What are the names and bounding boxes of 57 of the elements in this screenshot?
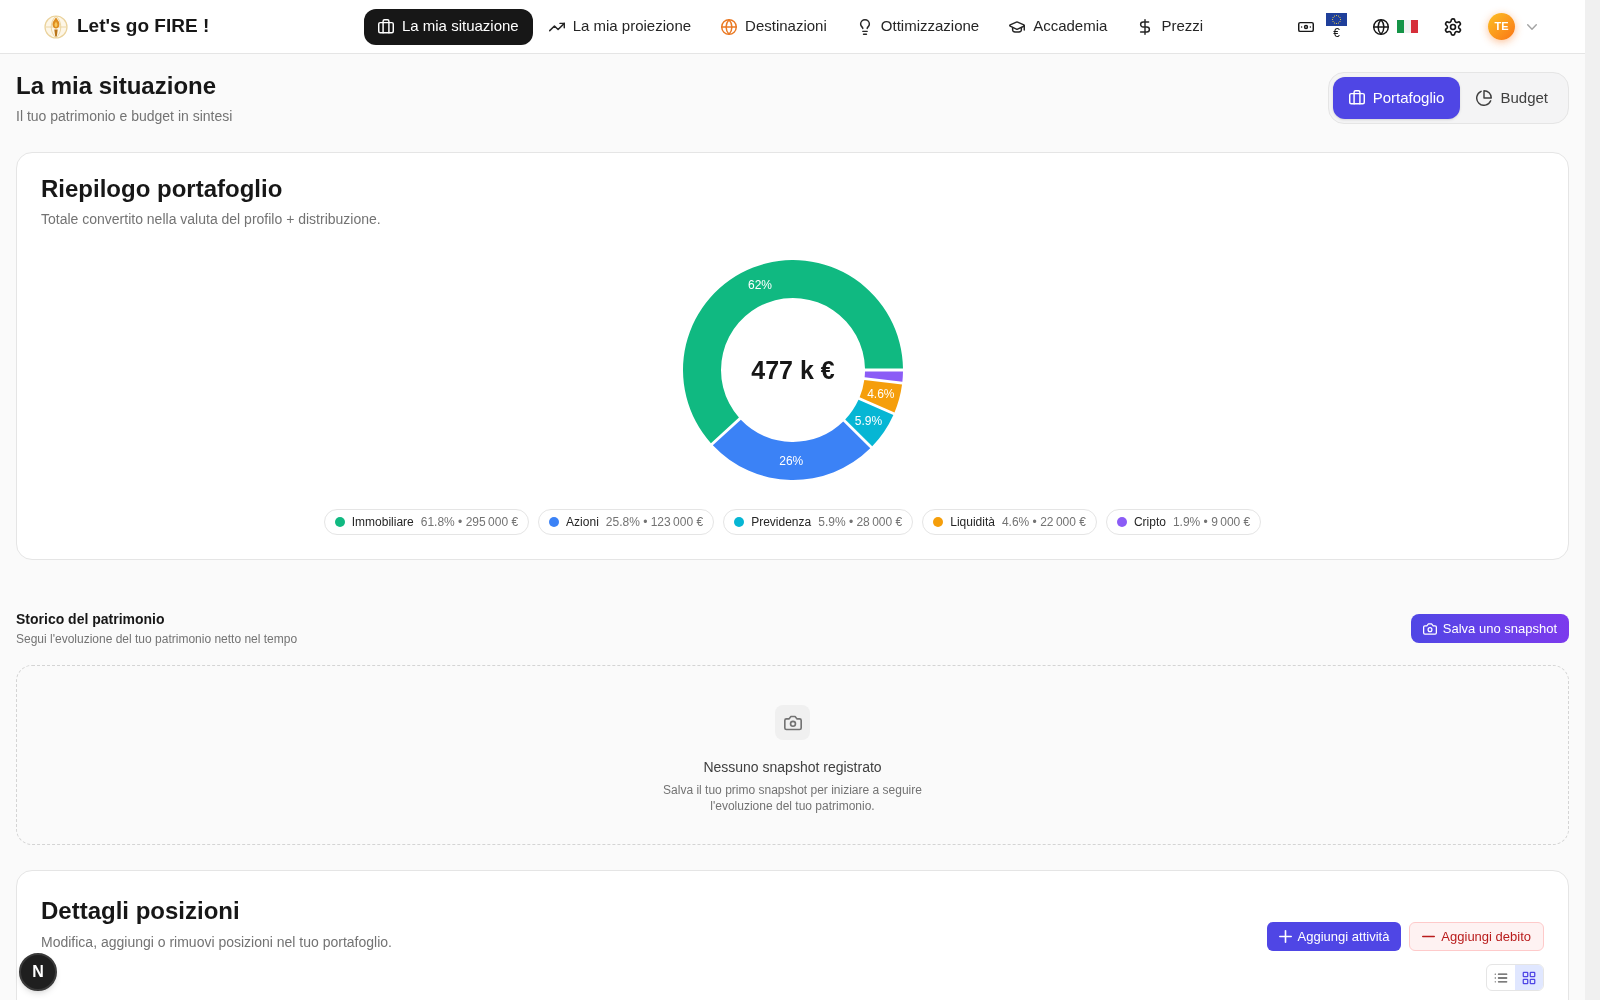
pie-chart-icon [1476,90,1493,106]
slice-label: 62% [747,278,772,293]
globe-icon [721,18,738,35]
graduation-cap-icon [1009,18,1026,35]
card-title: Dettagli posizioni [41,896,240,926]
camera-icon [775,705,810,740]
page-title: La mia situazione [16,71,217,101]
card-subtitle: Modifica, aggiungi o rimuovi posizioni nel tuo portafoglio. [41,933,392,951]
legend-label: Previdenza [751,514,812,531]
view-tab[interactable]: Budget [1460,77,1564,119]
legend-label: Cripto [1133,514,1166,531]
slice-label: 26% [778,454,803,468]
total-value: 477 k € [750,356,835,384]
eu-flag-icon [1326,13,1347,26]
legend-label: Azioni [566,514,599,531]
legend-label: Liquidità [950,514,995,531]
nav-tab[interactable]: La mia proiezione [534,8,706,45]
slice-label: 5.9% [854,413,882,428]
section-subtitle: Segui l'evoluzione del tuo patrimonio netto nel tempo [16,631,298,647]
italian-flag-icon [1397,20,1418,33]
chevron-down-icon [1527,23,1537,30]
card-subtitle: Totale convertito nella valuta del profilo + distribuzione. [41,210,381,229]
brand-name[interactable]: Let's go FIRE ! [77,12,210,41]
currency-button[interactable]: € [1298,13,1347,40]
add-debt-button[interactable]: Aggiungi debito [1409,922,1544,951]
empty-state-text: Salva il tuo primo snapshot per iniziare a seguire l'evoluzione del tuo patrimonio. [662,782,923,814]
save-snapshot-button[interactable]: Salva uno snapshot [1410,614,1569,643]
page-subtitle: Il tuo patrimonio e budget in sintesi [16,107,233,126]
card-title: Riepilogo portafoglio [41,174,283,204]
nav-tab[interactable]: Destinazioni [707,8,841,45]
nav-tab[interactable]: La mia situazione [363,8,533,45]
legend-value: 61.8% • 295 000 € [420,514,519,531]
legend-value: 1.9% • 9 000 € [1172,514,1251,531]
camera-icon [1422,621,1437,636]
legend-value: 25.8% • 123 000 € [605,514,704,531]
grid-view-button[interactable] [1515,965,1543,990]
empty-state-title: Nessuno snapshot registrato [703,758,882,777]
briefcase-icon [1348,90,1365,106]
legend-value: 5.9% • 28 000 € [818,514,903,531]
section-title: Storico del patrimonio [16,610,165,629]
globe-icon [1373,18,1389,35]
view-tab[interactable]: Portafoglio [1332,77,1461,119]
add-asset-button[interactable]: Aggiungi attività [1266,922,1402,951]
nav-tab[interactable]: Ottimizzazione [842,8,994,45]
briefcase-icon [377,18,394,35]
flame-globe-logo-icon [44,13,68,40]
settings-button[interactable] [1444,17,1462,36]
legend-value: 4.6% • 22 000 € [1001,514,1086,531]
language-button[interactable] [1373,18,1418,35]
avatar: TE [1488,13,1515,40]
slice-label: 4.6% [866,386,895,401]
plus-icon [1278,930,1292,943]
legend-label: Immobiliare [351,514,414,531]
nav-tab[interactable]: Accademia [995,8,1122,45]
grid-icon [1522,970,1536,985]
nav-tab[interactable]: Prezzi [1123,8,1218,45]
settings-icon [1444,17,1462,36]
